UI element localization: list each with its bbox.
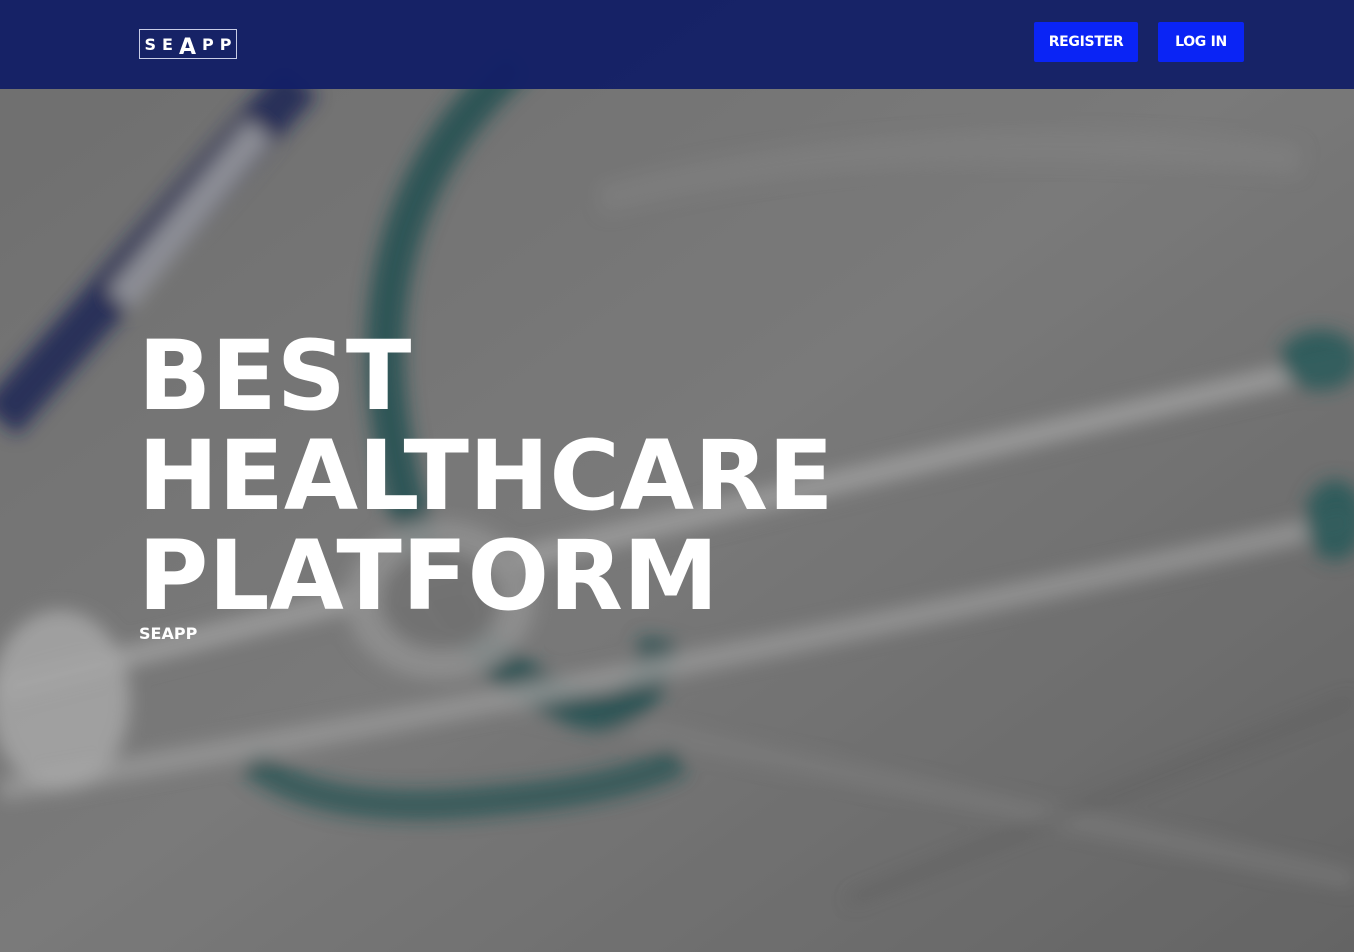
logo-letter-a: A bbox=[178, 34, 203, 60]
landing-page: SE A PP REGISTER LOG IN BEST HEALTHCARE PL… bbox=[0, 0, 1354, 952]
hero-title-line-3: PLATFORM bbox=[138, 520, 719, 632]
hero-title-line-1: BEST bbox=[138, 320, 412, 432]
login-button[interactable]: LOG IN bbox=[1158, 22, 1244, 62]
logo-letters-se: SE bbox=[144, 34, 179, 54]
register-button[interactable]: REGISTER bbox=[1034, 22, 1138, 62]
hero-title: BEST HEALTHCARE PLATFORM bbox=[138, 326, 834, 626]
top-navbar: SE A PP REGISTER LOG IN bbox=[0, 0, 1354, 89]
hero-subtitle: SEAPP bbox=[139, 624, 198, 643]
logo-letters-pp: PP bbox=[202, 34, 238, 54]
brand-logo[interactable]: SE A PP bbox=[139, 29, 238, 60]
hero-title-line-2: HEALTHCARE bbox=[138, 420, 834, 532]
